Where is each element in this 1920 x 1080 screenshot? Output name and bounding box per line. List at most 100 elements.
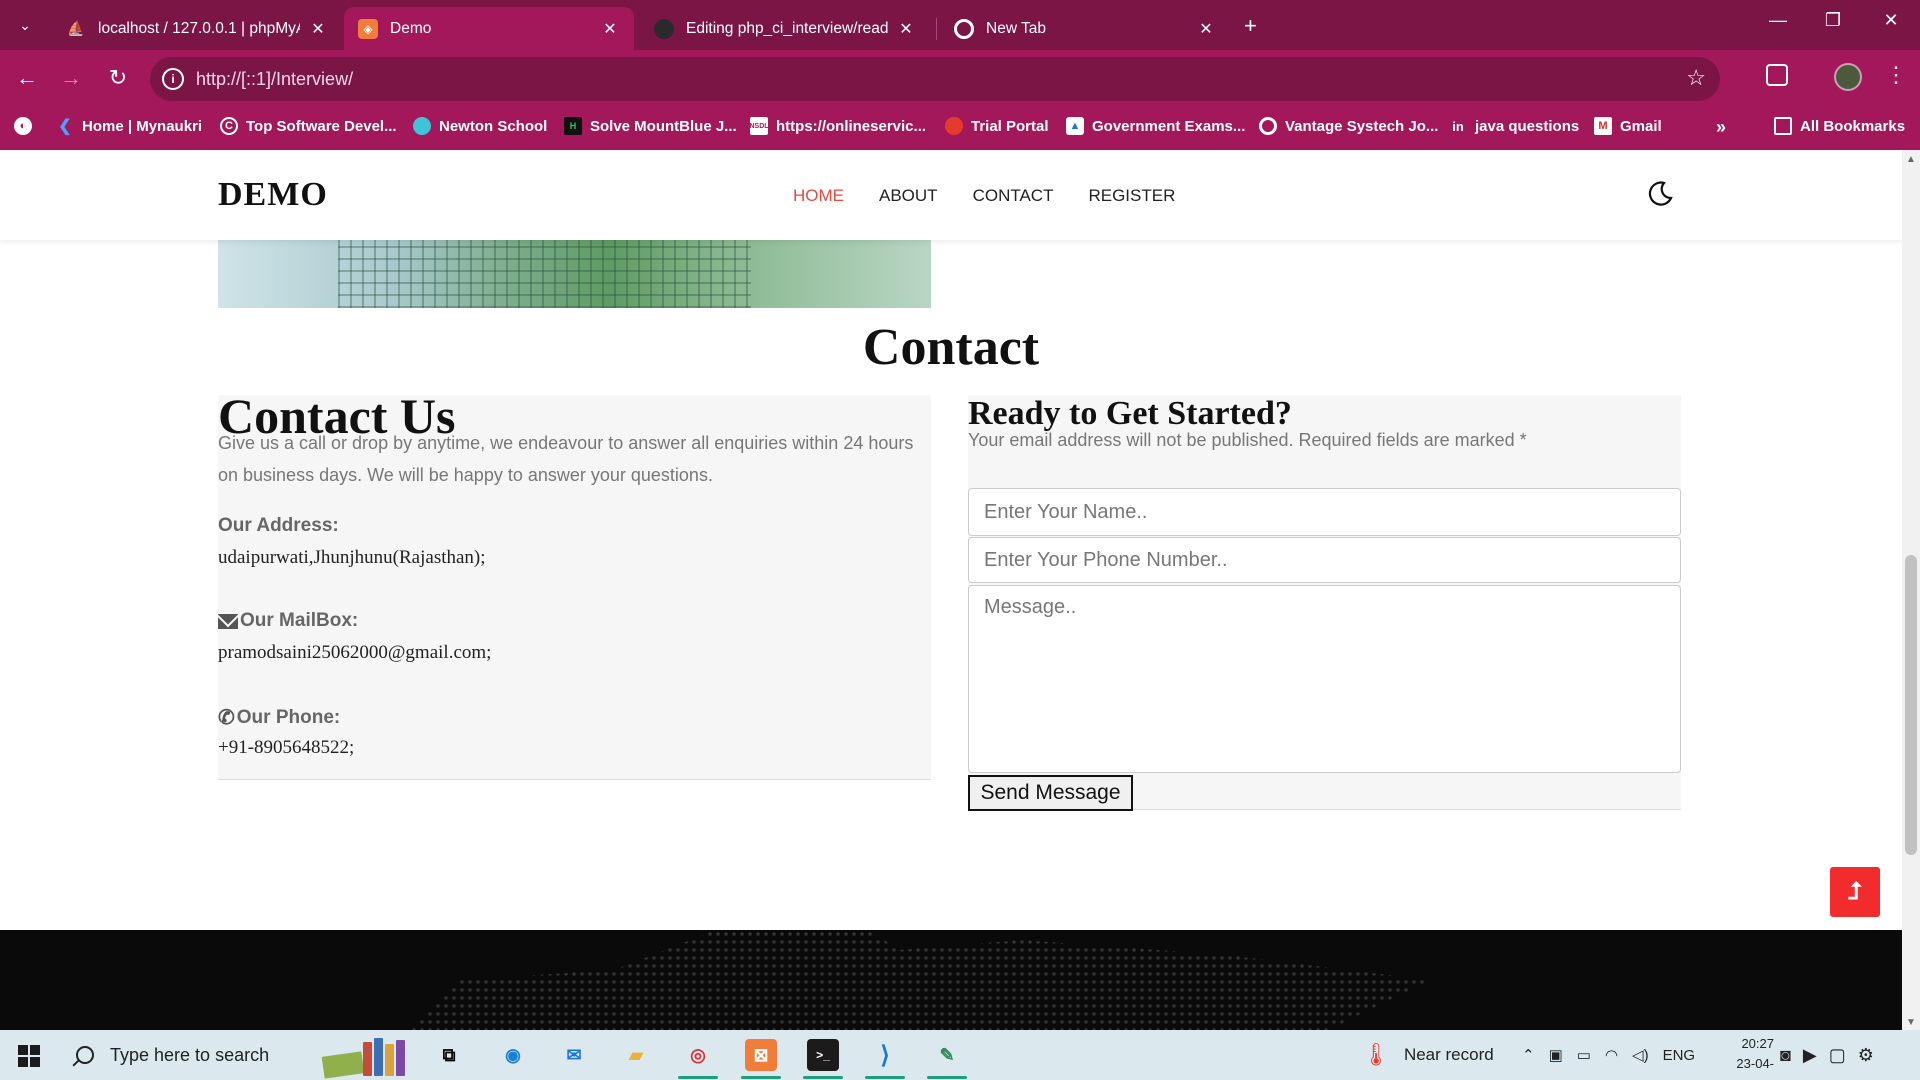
notepad-active-indicator xyxy=(927,1076,967,1079)
tab-new-tab[interactable]: New Tab ✕ xyxy=(940,7,1230,50)
bookmark-onlineservices[interactable]: NSDL https://onlineservic... xyxy=(749,117,926,135)
more-menu-icon[interactable]: ⋮ xyxy=(1885,62,1907,88)
back-arrow-icon[interactable]: ← xyxy=(12,65,42,91)
onlineservices-icon: NSDL xyxy=(749,117,769,135)
wifi-icon[interactable]: ◠ xyxy=(1605,1046,1618,1064)
page-scrollbar[interactable]: ▲ ▼ xyxy=(1902,150,1920,1030)
section-title: Contact xyxy=(862,319,1040,376)
government-exams-icon: ▲ xyxy=(1066,117,1084,135)
extensions-icon[interactable] xyxy=(1766,64,1788,86)
address-bar[interactable]: i http://[::1]/Interview/ ☆ xyxy=(150,57,1720,101)
clock[interactable]: 20:27 23-04- xyxy=(1718,1034,1774,1074)
tab-separator xyxy=(936,18,937,40)
profile-avatar[interactable] xyxy=(1834,63,1862,91)
site-info-icon[interactable]: i xyxy=(162,68,184,90)
bookmark-mynaukri[interactable]: ❮ Home | Mynaukri xyxy=(56,117,202,136)
edge-icon[interactable]: ◉ xyxy=(497,1039,529,1071)
task-view-icon[interactable]: ⧉ xyxy=(433,1039,465,1071)
more-bookmarks-chevron[interactable]: » xyxy=(1716,117,1726,138)
bookmark-vantage-systech[interactable]: Vantage Systech Jo... xyxy=(1259,117,1438,135)
terminal-active-indicator xyxy=(803,1076,843,1079)
bookmarks-bar: ◐ ❮ Home | Mynaukri C Top Software Devel..… xyxy=(0,108,1920,150)
close-icon[interactable]: ✕ xyxy=(896,19,916,39)
world-map-dots xyxy=(410,930,1430,1030)
notepad-icon[interactable]: ✎ xyxy=(931,1039,963,1071)
phone-input[interactable] xyxy=(968,537,1681,583)
nav-about[interactable]: ABOUT xyxy=(879,186,938,206)
nav-register[interactable]: REGISTER xyxy=(1088,186,1175,206)
bookmark-apps-icon[interactable]: ◐ xyxy=(14,117,32,135)
chrome-icon xyxy=(954,18,974,39)
contact-form: Ready to Get Started? Your email address… xyxy=(968,395,1681,811)
clock-date: 23-04- xyxy=(1736,1056,1774,1071)
thermometer-icon: 🌡 xyxy=(1362,1042,1390,1067)
all-bookmarks[interactable]: All Bookmarks xyxy=(1774,117,1905,135)
close-icon[interactable]: ✕ xyxy=(1196,19,1216,39)
tab-github-editing[interactable]: Editing php_ci_interview/readme ✕ xyxy=(640,7,930,50)
restore-icon[interactable]: ❐ xyxy=(1813,10,1853,31)
chrome-taskbar-icon[interactable]: ◎ xyxy=(682,1039,714,1071)
tab-search-chevron-icon[interactable]: ⌄ xyxy=(10,10,40,40)
bookmark-top-software[interactable]: C Top Software Devel... xyxy=(220,117,397,135)
minimize-icon[interactable]: — xyxy=(1758,10,1798,31)
page-viewport: DEMO HOME ABOUT CONTACT REGISTER Contact… xyxy=(0,150,1902,1030)
meet-icon[interactable]: ▣ xyxy=(1549,1046,1563,1064)
battery-icon[interactable]: ▭ xyxy=(1577,1046,1591,1064)
profile-photo xyxy=(218,240,931,308)
bookmark-trial-portal[interactable]: Trial Portal xyxy=(945,117,1049,135)
message-textarea[interactable] xyxy=(968,585,1681,773)
camera-icon[interactable]: ◙ xyxy=(1780,1045,1791,1066)
browser-tabstrip: ⌄ ⛵ localhost / 127.0.0.1 | phpMyAdmin ✕… xyxy=(0,0,1920,50)
new-tab-plus-icon[interactable]: + xyxy=(1244,13,1257,39)
bookmark-newton-school[interactable]: Newton School xyxy=(413,117,547,135)
site-header: DEMO HOME ABOUT CONTACT REGISTER xyxy=(0,150,1902,240)
video-icon[interactable]: ▶ xyxy=(1803,1045,1817,1066)
volume-icon[interactable]: ◁) xyxy=(1632,1046,1649,1064)
form-note: Your email address will not be published… xyxy=(968,430,1527,450)
browser-toolbar: ← → ↻ i http://[::1]/Interview/ ☆ ⋮ xyxy=(0,50,1920,108)
mail-app-icon[interactable]: ✉ xyxy=(558,1039,590,1071)
xampp-icon[interactable]: ⊠ xyxy=(745,1039,777,1071)
terminal-icon[interactable]: >_ xyxy=(807,1039,839,1071)
language-indicator[interactable]: ENG xyxy=(1663,1047,1696,1064)
nav-contact[interactable]: CONTACT xyxy=(973,186,1054,206)
window-icon[interactable]: ▢ xyxy=(1829,1045,1846,1066)
tab-demo[interactable]: ◈ Demo ✕ xyxy=(344,7,634,50)
name-input[interactable] xyxy=(968,488,1681,536)
envelope-icon xyxy=(218,613,238,629)
nav-home[interactable]: HOME xyxy=(793,186,844,206)
site-logo[interactable]: DEMO xyxy=(218,176,328,214)
phone-icon: ✆ xyxy=(218,707,235,729)
vscode-icon[interactable]: ⟩ xyxy=(869,1039,901,1071)
close-icon[interactable]: ✕ xyxy=(308,19,328,39)
reload-icon[interactable]: ↻ xyxy=(103,65,133,91)
scroll-up-icon[interactable]: ▲ xyxy=(1906,154,1916,165)
windows-start-icon[interactable] xyxy=(18,1045,40,1067)
system-tray: ⌃ ▣ ▭ ◠ ◁) ENG xyxy=(1522,1030,1695,1080)
file-explorer-icon[interactable]: ▰ xyxy=(620,1039,652,1071)
tab-phpmyadmin[interactable]: ⛵ localhost / 127.0.0.1 | phpMyAdmin ✕ xyxy=(52,7,342,50)
chevron-up-icon[interactable]: ⌃ xyxy=(1522,1046,1535,1064)
weather-widget[interactable]: 🌡 Near record xyxy=(1362,1030,1494,1080)
bookmark-star-icon[interactable]: ☆ xyxy=(1686,65,1706,91)
close-icon[interactable]: ✕ xyxy=(600,19,620,39)
back-to-top-button[interactable]: ⮥ xyxy=(1830,867,1880,917)
trial-portal-icon xyxy=(945,117,963,135)
send-message-button[interactable]: Send Message xyxy=(968,775,1133,811)
books-decoration xyxy=(321,1036,418,1079)
forward-arrow-icon[interactable]: → xyxy=(56,65,86,91)
window-close-icon[interactable]: ✕ xyxy=(1871,10,1911,31)
url-text[interactable]: http://[::1]/Interview/ xyxy=(196,69,353,90)
bookmark-java-questions[interactable]: in java questions xyxy=(1449,117,1579,135)
settings-gear-icon[interactable]: ⚙ xyxy=(1858,1045,1874,1066)
address-label: Our Address: xyxy=(218,515,339,536)
bookmark-gmail[interactable]: M Gmail xyxy=(1594,117,1662,135)
bookmark-mountblue[interactable]: H Solve MountBlue J... xyxy=(564,117,737,135)
top-software-icon: C xyxy=(220,117,238,135)
dark-mode-moon-icon[interactable] xyxy=(1646,180,1674,208)
linkedin-icon: in xyxy=(1452,118,1464,134)
bookmark-government-exams[interactable]: ▲ Government Exams... xyxy=(1066,117,1245,135)
scroll-down-icon[interactable]: ▼ xyxy=(1906,1017,1916,1028)
scroll-thumb[interactable] xyxy=(1905,555,1917,855)
vscode-active-indicator xyxy=(865,1076,905,1079)
